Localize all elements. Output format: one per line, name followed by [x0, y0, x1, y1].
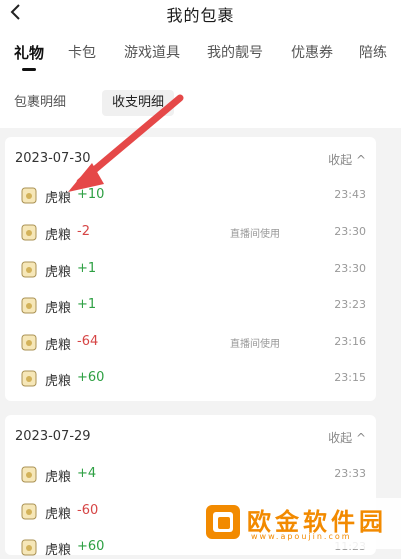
amount-change: +1 — [77, 297, 97, 312]
subtab-package-details[interactable]: 包裹明细 — [14, 90, 66, 116]
tab-gifts[interactable]: 礼物 — [14, 42, 44, 63]
record-row[interactable]: 虎粮 +4 23:33 — [5, 462, 376, 486]
record-row[interactable]: 虎粮 +1 23:30 — [5, 257, 376, 281]
site-logo-icon — [206, 505, 240, 539]
amount-change: +60 — [77, 370, 105, 385]
tiger-food-bag-icon — [21, 539, 37, 556]
item-name: 虎粮 — [45, 470, 72, 485]
collapse-toggle[interactable]: 收起 ^ — [328, 429, 366, 446]
record-time: 23:33 — [334, 467, 366, 480]
group-header: 2023-07-30 收起 ^ — [15, 151, 366, 171]
item-name: 虎粮 — [45, 374, 72, 389]
tab-coupons[interactable]: 优惠券 — [291, 42, 333, 62]
amount-change: +1 — [77, 261, 97, 276]
record-row[interactable]: 虎粮 +60 23:15 — [5, 366, 376, 390]
group-date: 2023-07-30 — [15, 151, 91, 166]
item-name: 虎粮 — [45, 265, 72, 280]
record-group-card: 2023-07-30 收起 ^ 虎粮 +10 23:43 虎粮 -2 直播间使用… — [5, 137, 376, 401]
usage-note: 直播间使用 — [230, 339, 280, 350]
item-name: 虎粮 — [45, 507, 72, 522]
item-name: 虎粮 — [45, 301, 72, 316]
tab-game-items[interactable]: 游戏道具 — [124, 42, 180, 62]
record-row[interactable]: 虎粮 +10 23:43 — [5, 183, 376, 207]
tab-my-numbers[interactable]: 我的靓号 — [207, 42, 263, 62]
record-time: 23:23 — [334, 298, 366, 311]
amount-change: -60 — [77, 503, 99, 518]
item-name: 虎粮 — [45, 191, 72, 206]
tiger-food-bag-icon — [21, 261, 37, 278]
amount-change: +4 — [77, 466, 97, 481]
page-title: 我的包裹 — [166, 6, 235, 25]
item-name: 虎粮 — [45, 228, 72, 243]
record-row[interactable]: 虎粮 -2 直播间使用 23:30 — [5, 220, 376, 244]
item-name: 虎粮 — [45, 338, 72, 353]
record-time: 23:16 — [334, 335, 366, 348]
subtab-income-expense[interactable]: 收支明细 — [102, 90, 175, 116]
header: 我的包裹 礼物 卡包 游戏道具 我的靓号 优惠券 陪练 包裹明细 收支明细 — [0, 0, 401, 128]
tiger-food-bag-icon — [21, 466, 37, 483]
tiger-food-bag-icon — [21, 334, 37, 351]
record-row[interactable]: 虎粮 -64 直播间使用 23:16 — [5, 330, 376, 354]
collapse-toggle[interactable]: 收起 ^ — [328, 151, 366, 168]
record-time: 23:15 — [334, 371, 366, 384]
tab-training[interactable]: 陪练 — [359, 42, 387, 62]
amount-change: +10 — [77, 187, 105, 202]
record-time: 23:43 — [334, 188, 366, 201]
tiger-food-bag-icon — [21, 503, 37, 520]
tab-cards[interactable]: 卡包 — [68, 42, 96, 62]
tab-underline — [22, 68, 36, 71]
record-time: 23:30 — [334, 225, 366, 238]
tiger-food-bag-icon — [21, 224, 37, 241]
watermark-url: www.apoujin.com — [251, 532, 352, 541]
group-header: 2023-07-29 收起 ^ — [15, 429, 366, 449]
tiger-food-bag-icon — [21, 187, 37, 204]
record-row[interactable]: 虎粮 +1 23:23 — [5, 293, 376, 317]
group-date: 2023-07-29 — [15, 429, 91, 444]
amount-change: +60 — [77, 539, 105, 554]
record-time: 23:30 — [334, 262, 366, 275]
watermark: 欧金软件园 www.apoujin.com — [199, 498, 401, 549]
amount-change: -2 — [77, 224, 90, 239]
amount-change: -64 — [77, 334, 99, 349]
sub-tabs: 包裹明细 收支明细 — [0, 90, 401, 116]
usage-note: 直播间使用 — [230, 229, 280, 240]
tiger-food-bag-icon — [21, 370, 37, 387]
tiger-food-bag-icon — [21, 297, 37, 314]
